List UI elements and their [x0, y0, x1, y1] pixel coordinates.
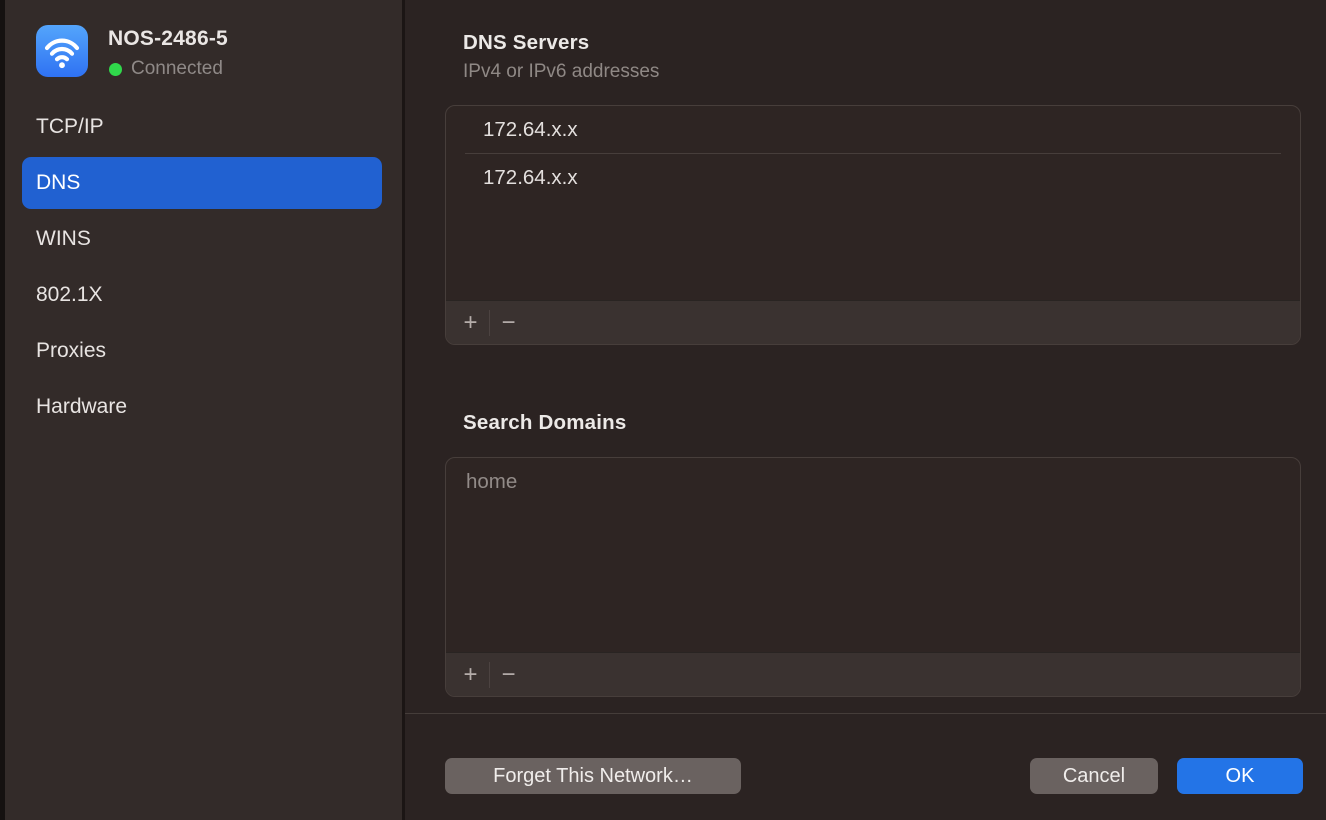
sidebar-item-8021x[interactable]: 802.1X — [22, 269, 382, 321]
sidebar-item-label: TCP/IP — [36, 115, 104, 139]
sidebar-item-label: WINS — [36, 227, 91, 251]
search-domain-value: home — [466, 470, 517, 494]
wifi-network-details-dialog: NOS-2486-5 Connected TCP/IP DNS WINS 802… — [0, 0, 1326, 820]
sidebar-item-label: 802.1X — [36, 283, 103, 307]
cancel-button[interactable]: Cancel — [1030, 758, 1158, 794]
sidebar-item-tcpip[interactable]: TCP/IP — [22, 101, 382, 153]
ok-button[interactable]: OK — [1177, 758, 1303, 794]
add-search-domain-button[interactable]: + — [452, 659, 489, 691]
dns-server-row[interactable]: 172.64.x.x — [446, 154, 1300, 201]
forget-network-button[interactable]: Forget This Network… — [445, 758, 741, 794]
sidebar-item-label: DNS — [36, 171, 80, 195]
search-domains-rows: home — [446, 458, 1300, 652]
dns-server-value: 172.64.x.x — [483, 118, 578, 142]
search-domains-toolbar: + − — [446, 652, 1300, 696]
remove-dns-server-button[interactable]: − — [490, 307, 527, 339]
dns-servers-title: DNS Servers — [463, 31, 589, 55]
connection-status-label: Connected — [131, 58, 223, 80]
dns-server-row[interactable]: 172.64.x.x — [446, 106, 1300, 153]
wifi-icon — [36, 25, 88, 77]
connected-status-dot — [109, 63, 122, 76]
sidebar-item-label: Proxies — [36, 339, 106, 363]
search-domains-list: home + − — [445, 457, 1301, 697]
remove-search-domain-button[interactable]: − — [490, 659, 527, 691]
search-domain-row[interactable]: home — [446, 458, 1300, 505]
sidebar-item-hardware[interactable]: Hardware — [22, 381, 382, 433]
network-name: NOS-2486-5 — [108, 27, 228, 51]
sidebar-item-label: Hardware — [36, 395, 127, 419]
dns-servers-list: 172.64.x.x 172.64.x.x + − — [445, 105, 1301, 345]
dns-settings-panel: DNS Servers IPv4 or IPv6 addresses 172.6… — [405, 0, 1326, 820]
sidebar: NOS-2486-5 Connected TCP/IP DNS WINS 802… — [5, 0, 402, 820]
dns-servers-subtitle: IPv4 or IPv6 addresses — [463, 61, 659, 83]
sidebar-item-proxies[interactable]: Proxies — [22, 325, 382, 377]
dns-servers-toolbar: + − — [446, 300, 1300, 344]
footer-divider — [405, 713, 1326, 714]
search-domains-title: Search Domains — [463, 411, 626, 435]
connection-status: Connected — [109, 58, 223, 80]
settings-nav: TCP/IP DNS WINS 802.1X Proxies Hardware — [5, 101, 402, 437]
dns-server-value: 172.64.x.x — [483, 166, 578, 190]
add-dns-server-button[interactable]: + — [452, 307, 489, 339]
dns-servers-rows: 172.64.x.x 172.64.x.x — [446, 106, 1300, 300]
sidebar-item-wins[interactable]: WINS — [22, 213, 382, 265]
sidebar-item-dns[interactable]: DNS — [22, 157, 382, 209]
